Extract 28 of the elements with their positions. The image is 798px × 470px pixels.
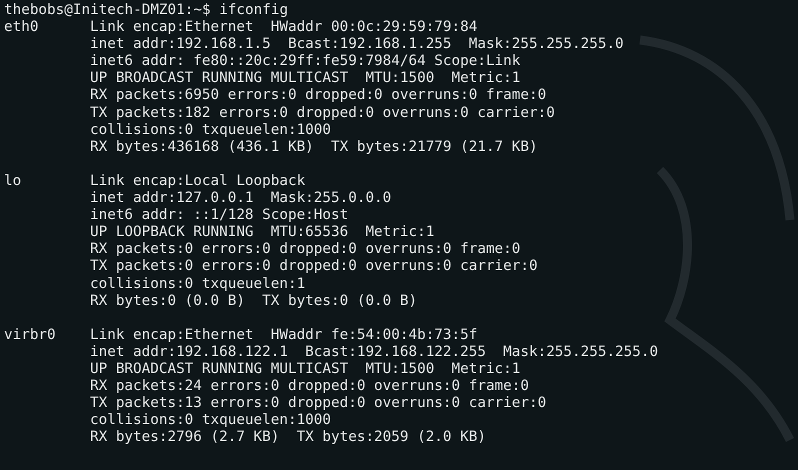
output-line: inet addr:192.168.1.5 Bcast:192.168.1.255 Mask:255.255.255.0 [90,36,624,54]
output-line: RX packets:6950 errors:0 dropped:0 overruns:0 frame:0 [90,87,548,105]
output-line: TX packets:182 errors:0 dropped:0 overruns:0 carrier:0 [90,104,556,122]
output-line: RX packets:0 errors:0 dropped:0 overruns:0 frame:0 [90,241,522,258]
output-line: RX bytes:0 (0.0 B) TX bytes:0 (0.0 B) [90,292,418,310]
interface-name: virbr0 [4,326,56,343]
output-line: RX packets:24 errors:0 dropped:0 overruns:0 frame:0 [90,378,530,396]
output-line: collisions:0 txqueuelen:1 [90,276,306,293]
output-line: Link encap:Ethernet HWaddr 00:0c:29:59:79:84 [90,19,478,36]
output-line: Link encap:Ethernet HWaddr fe:54:00:4b:73:5f [90,326,478,344]
output-line: inet addr:127.0.0.1 Mask:255.0.0.0 [90,190,392,208]
output-line: Link encap:Local Loopback [90,172,306,190]
interface-name: lo [4,172,22,189]
output-line: TX packets:0 errors:0 dropped:0 overruns:0 carrier:0 [90,258,538,276]
interface-name: eth0 [4,19,38,36]
output-line: UP BROADCAST RUNNING MULTICAST MTU:1500 Metric:1 [90,70,522,88]
output-line: inet6 addr: fe80::20c:29ff:fe59:7984/64 Scope:Link [90,53,522,70]
output-line: collisions:0 txqueuelen:1000 [90,122,332,139]
output-line: TX packets:13 errors:0 dropped:0 overruns:0 carrier:0 [90,395,548,412]
output-line: RX bytes:2796 (2.7 KB) TX bytes:2059 (2.0 KB) [90,429,487,446]
output-line: inet6 addr: ::1/128 Scope:Host [90,207,350,224]
output-line: UP LOOPBACK RUNNING MTU:65536 Metric:1 [90,224,436,242]
output-line: RX bytes:436168 (436.1 KB) TX bytes:21779 (21.7 KB) [90,138,539,156]
shell-prompt: thebobs@Initech-DMZ01:~$ [4,2,211,18]
command-text: ifconfig [219,2,288,18]
output-line: collisions:0 txqueuelen:1000 [90,412,332,430]
output-line: inet addr:192.168.122.1 Bcast:192.168.122.255 Mask:255.255.255.0 [90,344,658,361]
output-line: UP BROADCAST RUNNING MULTICAST MTU:1500 Metric:1 [90,360,522,378]
